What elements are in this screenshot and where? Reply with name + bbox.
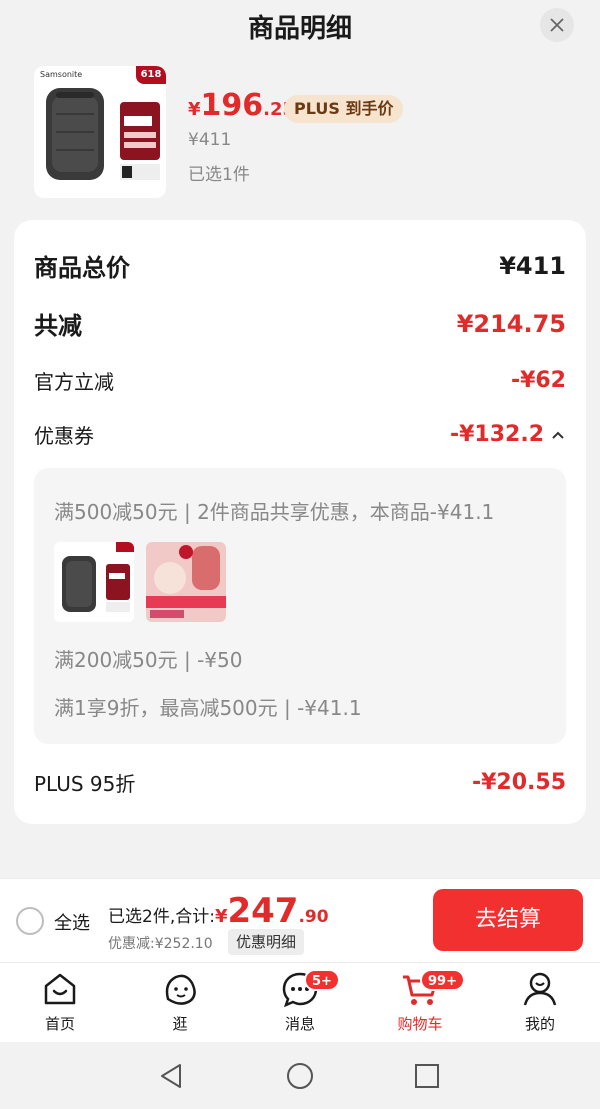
price-breakdown-card: 商品总价 ¥411 共减 ¥214.75 官方立减 -¥62 优惠券 -¥132… bbox=[14, 220, 586, 824]
total-reduce-label: 共减 bbox=[34, 312, 82, 340]
product-price: ¥196.25 bbox=[188, 88, 296, 123]
tab-messages[interactable]: 消息 5+ bbox=[260, 969, 340, 1034]
original-price: ¥411 bbox=[188, 130, 232, 150]
system-nav-bar bbox=[0, 1042, 600, 1109]
product-image[interactable]: Samsonite 618 bbox=[34, 66, 166, 198]
coupon-detail-line: 满1享9折，最高减500元 | -¥41.1 bbox=[54, 696, 362, 720]
close-icon bbox=[550, 18, 564, 32]
home-circle-icon[interactable] bbox=[285, 1061, 315, 1091]
plus-price-tag: PLUS 到手价 bbox=[284, 95, 404, 123]
coupon-detail-line: 满500减50元 | 2件商品共享优惠，本商品-¥41.1 bbox=[54, 500, 495, 524]
bottom-tab-bar: 首页 逛 消息 5+ 购物车 99+ 我的 bbox=[0, 962, 600, 1042]
plus-discount-value: -¥20.55 bbox=[471, 770, 566, 795]
tab-cart[interactable]: 购物车 99+ bbox=[380, 969, 465, 1034]
plus-discount-row: PLUS 95折 -¥20.55 bbox=[34, 768, 566, 797]
chevron-up-icon[interactable] bbox=[550, 427, 566, 443]
select-all-checkbox[interactable] bbox=[16, 907, 44, 935]
coupon-detail-line: 满200减50元 | -¥50 bbox=[54, 648, 243, 672]
plus-discount-label: PLUS 95折 bbox=[34, 772, 136, 796]
home-icon bbox=[44, 973, 76, 1005]
cart-item-thumb-backpack[interactable] bbox=[54, 542, 134, 622]
checkout-button[interactable]: 去结算 bbox=[433, 889, 583, 951]
close-button[interactable] bbox=[540, 8, 574, 42]
total-price-row: 商品总价 ¥411 bbox=[34, 248, 566, 283]
total-reduce-value: ¥214.75 bbox=[456, 309, 566, 338]
discount-detail-button[interactable]: 优惠明细 bbox=[228, 929, 305, 955]
selected-count: 已选1件 bbox=[188, 165, 250, 185]
discount-summary: 优惠减:¥252.10 bbox=[108, 936, 213, 952]
backpack-image bbox=[46, 88, 160, 180]
official-discount-label: 官方立减 bbox=[34, 370, 114, 394]
coupon-row[interactable]: 优惠券 -¥132.2 bbox=[34, 420, 566, 449]
cart-badge: 99+ bbox=[420, 969, 465, 991]
total-reduce-row: 共减 ¥214.75 bbox=[34, 306, 566, 341]
coupon-detail-panel: 满500减50元 | 2件商品共享优惠，本商品-¥41.1 满200减50元 |… bbox=[34, 468, 566, 744]
total-price-value: ¥411 bbox=[499, 251, 566, 280]
coupon-label: 优惠券 bbox=[34, 424, 94, 448]
backpack-image bbox=[54, 542, 134, 622]
coupon-value: -¥132.2 bbox=[449, 422, 544, 447]
cart-total: 已选2件,合计: ¥247.90 bbox=[108, 891, 329, 931]
product-image bbox=[146, 542, 226, 622]
checkout-bar: 全选 已选2件,合计: ¥247.90 优惠减:¥252.10 优惠明细 去结算 bbox=[0, 878, 600, 962]
total-price-label: 商品总价 bbox=[34, 254, 130, 282]
official-discount-value: -¥62 bbox=[510, 368, 566, 393]
profile-icon bbox=[523, 972, 557, 1006]
tab-profile[interactable]: 我的 bbox=[500, 969, 580, 1034]
tab-browse[interactable]: 逛 bbox=[140, 969, 220, 1034]
sheet-title: 商品明细 bbox=[247, 14, 352, 44]
product-detail-sheet: 商品明细 Samsonite 618 ¥196.25 PLUS 到手价 ¥411… bbox=[0, 0, 600, 878]
recents-icon[interactable] bbox=[412, 1061, 442, 1091]
select-all-label[interactable]: 全选 bbox=[54, 909, 90, 935]
cart-item-thumb-second[interactable] bbox=[146, 542, 226, 622]
message-badge: 5+ bbox=[304, 969, 340, 991]
browse-icon bbox=[165, 974, 196, 1005]
official-discount-row: 官方立减 -¥62 bbox=[34, 366, 566, 395]
back-icon[interactable] bbox=[156, 1061, 186, 1091]
tab-home[interactable]: 首页 bbox=[20, 969, 100, 1034]
